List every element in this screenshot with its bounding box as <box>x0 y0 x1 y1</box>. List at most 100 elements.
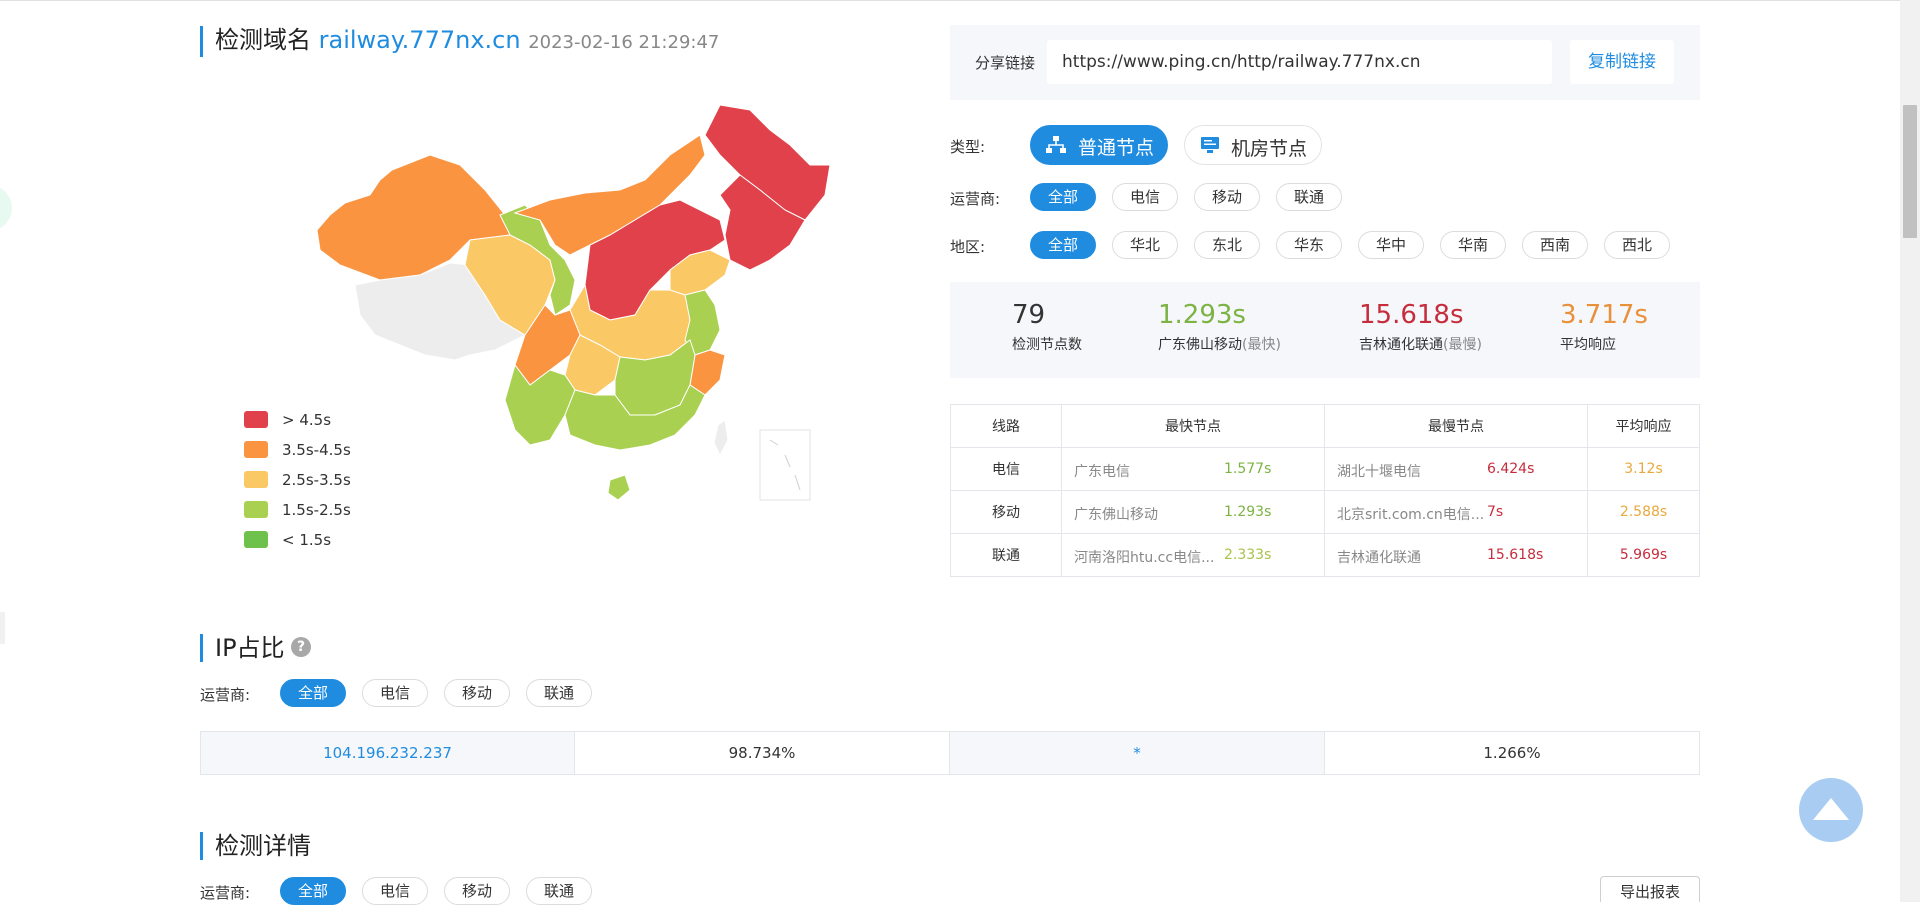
ip-isp-all[interactable]: 全部 <box>280 679 346 707</box>
ip-address-cell[interactable]: * <box>949 731 1325 775</box>
slowest-node-name: 吉林通化联通 <box>1337 550 1421 566</box>
ip-percent-cell: 1.266% <box>1324 731 1700 775</box>
region-northeast-filter[interactable]: 东北 <box>1194 231 1260 259</box>
row-average: 3.12s <box>1587 447 1700 491</box>
region-north[interactable]: 华北 <box>1112 231 1178 259</box>
detail-isp-telecom[interactable]: 电信 <box>362 877 428 905</box>
help-icon[interactable]: ? <box>291 637 311 657</box>
detail-isp-mobile[interactable]: 移动 <box>444 877 510 905</box>
stat-value: 3.717s <box>1560 300 1648 330</box>
stat-label-text: 吉林通化联通 <box>1359 337 1443 353</box>
isp-telecom[interactable]: 电信 <box>1112 183 1178 211</box>
south-sea-islands <box>769 439 801 491</box>
detail-isp-label: 运营商: <box>200 884 251 902</box>
th-average: 平均响应 <box>1587 404 1700 448</box>
fastest-node-time: 2.333s <box>1224 547 1272 563</box>
row-average: 2.588s <box>1587 490 1700 534</box>
ip-isp-mobile[interactable]: 移动 <box>444 679 510 707</box>
ip-isp-label: 运营商: <box>200 686 251 704</box>
slowest-node-time: 7s <box>1487 504 1504 520</box>
stat-label-text: 广东佛山移动 <box>1158 337 1242 353</box>
share-url-field[interactable]: https://www.ping.cn/http/railway.777nx.c… <box>1047 40 1552 84</box>
legend-label: 3.5s-4.5s <box>282 441 351 459</box>
th-slowest: 最慢节点 <box>1324 404 1588 448</box>
legend-swatch <box>244 501 268 518</box>
stat-slowest: 15.618s 吉林通化联通(最慢) <box>1359 300 1482 354</box>
slowest-node-time: 6.424s <box>1487 461 1535 477</box>
type-normal-label: 普通节点 <box>1078 137 1155 159</box>
region-southwest-filter[interactable]: 西南 <box>1522 231 1588 259</box>
legend-label: 1.5s-2.5s <box>282 501 351 519</box>
fastest-node-name: 广东电信 <box>1074 464 1130 480</box>
scrollbar-thumb[interactable] <box>1903 105 1917 238</box>
stat-tag: (最快) <box>1242 337 1281 353</box>
stat-value: 79 <box>1012 300 1046 330</box>
region-east-filter[interactable]: 华东 <box>1276 231 1342 259</box>
row-line: 移动 <box>950 490 1062 534</box>
table-row: 联通 河南洛阳htu.cc电信... 2.333s 吉林通化联通 15.618s… <box>950 533 1700 577</box>
domain-link[interactable]: railway.777nx.cn <box>319 26 521 54</box>
fastest-node-time: 1.577s <box>1224 461 1272 477</box>
fastest-node-name: 广东佛山移动 <box>1074 507 1158 523</box>
detail-isp-all[interactable]: 全部 <box>280 877 346 905</box>
ip-percent-cell: 98.734% <box>574 731 950 775</box>
legend-swatch <box>244 441 268 458</box>
fastest-node-time: 1.293s <box>1224 504 1272 520</box>
isp-mobile[interactable]: 移动 <box>1194 183 1260 211</box>
th-fastest: 最快节点 <box>1061 404 1325 448</box>
row-average: 5.969s <box>1587 533 1700 577</box>
left-floating-widget[interactable] <box>0 185 12 231</box>
region-hainan[interactable] <box>607 474 631 501</box>
legend-swatch <box>244 531 268 548</box>
type-label: 类型: <box>950 138 986 156</box>
legend-label: < 1.5s <box>282 531 332 549</box>
region-northwest-filter[interactable]: 西北 <box>1604 231 1670 259</box>
th-line: 线路 <box>950 404 1062 448</box>
isp-unicom[interactable]: 联通 <box>1276 183 1342 211</box>
fastest-cell: 河南洛阳htu.cc电信... 2.333s <box>1061 533 1325 577</box>
share-panel: 分享链接 https://www.ping.cn/http/railway.77… <box>950 25 1700 100</box>
stats-panel: 79 检测节点数 1.293s 广东佛山移动(最快) 15.618s 吉林通化联… <box>950 282 1700 378</box>
line-compare-table: 线路 最快节点 最慢节点 平均响应 电信 广东电信 1.577s 湖北十堰电信 … <box>950 404 1700 577</box>
monitor-icon <box>1201 137 1219 153</box>
back-to-top-button[interactable] <box>1799 778 1863 842</box>
stat-average: 3.717s 平均响应 <box>1560 300 1648 354</box>
legend-swatch <box>244 411 268 428</box>
detail-isp-unicom[interactable]: 联通 <box>526 877 592 905</box>
ip-address-cell[interactable]: 104.196.232.237 <box>200 731 575 775</box>
legend-label: 2.5s-3.5s <box>282 471 351 489</box>
region-yunnan[interactable] <box>504 363 576 446</box>
detail-section-title: 检测详情 <box>200 832 311 860</box>
region-south-filter[interactable]: 华南 <box>1440 231 1506 259</box>
stat-tag: (最慢) <box>1443 337 1482 353</box>
slowest-node-name: 湖北十堰电信 <box>1337 464 1421 480</box>
type-datacenter-button[interactable]: 机房节点 <box>1184 125 1322 165</box>
left-edge-tab[interactable] <box>0 612 5 644</box>
ip-section-title-text: IP占比 <box>215 634 285 662</box>
south-sea-inset <box>759 429 811 501</box>
stat-value: 15.618s <box>1359 300 1464 330</box>
row-line: 联通 <box>950 533 1062 577</box>
type-normal-button[interactable]: 普通节点 <box>1030 125 1168 165</box>
slowest-cell: 吉林通化联通 15.618s <box>1324 533 1588 577</box>
export-report-label: 导出报表 <box>1619 883 1680 901</box>
fastest-cell: 广东佛山移动 1.293s <box>1061 490 1325 534</box>
region-central-filter[interactable]: 华中 <box>1358 231 1424 259</box>
row-line: 电信 <box>950 447 1062 491</box>
timestamp: 2023-02-16 21:29:47 <box>528 32 720 53</box>
isp-all[interactable]: 全部 <box>1030 183 1096 211</box>
export-report-button[interactable]: 导出报表 <box>1600 876 1700 902</box>
stat-node-count: 79 检测节点数 <box>1012 300 1082 354</box>
region-taiwan <box>713 419 729 457</box>
fastest-cell: 广东电信 1.577s <box>1061 447 1325 491</box>
legend-label: > 4.5s <box>282 411 332 429</box>
china-map <box>316 104 831 501</box>
ip-isp-telecom[interactable]: 电信 <box>362 679 428 707</box>
stat-fastest: 1.293s 广东佛山移动(最快) <box>1158 300 1281 354</box>
region-all[interactable]: 全部 <box>1030 231 1096 259</box>
top-border-line <box>0 0 1900 1</box>
slowest-node-time: 15.618s <box>1487 547 1544 563</box>
title-prefix: 检测域名 <box>215 26 311 54</box>
ip-isp-unicom[interactable]: 联通 <box>526 679 592 707</box>
copy-link-button[interactable]: 复制链接 <box>1570 40 1674 84</box>
